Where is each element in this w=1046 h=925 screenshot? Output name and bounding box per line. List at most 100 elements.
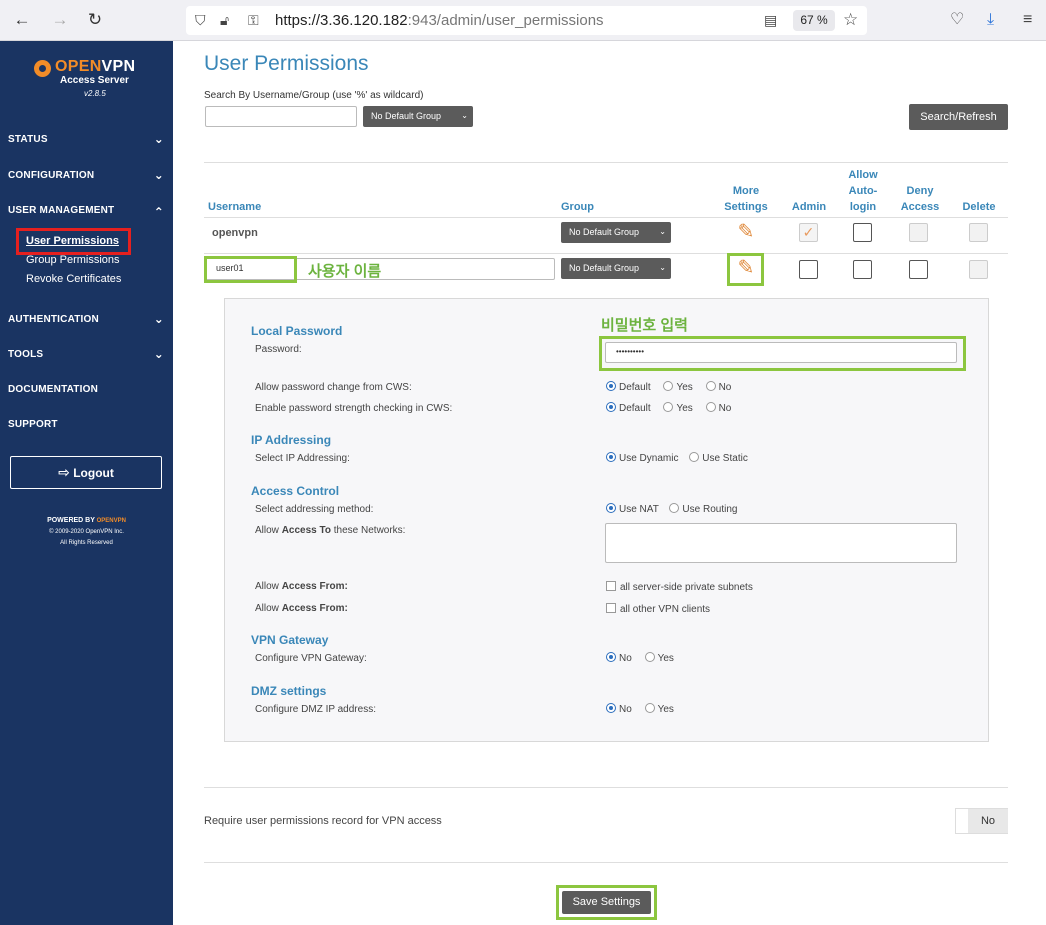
browser-toolbar: ← → ↻ ⛉ 🔓︎ ⚿ https://3.36.120.182:943/ad…: [0, 0, 1046, 41]
nav-configuration[interactable]: CONFIGURATION ⌄: [8, 168, 164, 186]
allow-change-options: Default Yes No: [606, 381, 731, 393]
radio-no[interactable]: No: [606, 703, 632, 715]
addressing-method-options: Use NAT Use Routing: [606, 503, 737, 515]
access-to-label: Allow Access To these Networks:: [255, 525, 406, 536]
chevron-down-icon: ⌄: [659, 227, 666, 236]
dmz-options: No Yes: [606, 703, 674, 715]
divider: [204, 787, 1008, 788]
version-label: v2.8.5: [84, 89, 106, 98]
divider: [204, 862, 1008, 863]
reader-view-icon[interactable]: ▤: [764, 11, 777, 29]
strength-check-options: Default Yes No: [606, 402, 731, 414]
radio-default[interactable]: Default: [606, 402, 651, 414]
password-label: Password:: [255, 344, 302, 355]
openvpn-logo-icon: [34, 60, 51, 77]
search-label: Search By Username/Group (use '%' as wil…: [204, 90, 424, 101]
admin-checkbox[interactable]: ✓: [799, 223, 818, 242]
search-input[interactable]: [205, 106, 357, 127]
nav-documentation[interactable]: DOCUMENTATION: [8, 384, 164, 400]
other-vpn-clients-checkbox[interactable]: all other VPN clients: [606, 603, 710, 615]
group-filter-select[interactable]: No Default Group ⌄: [363, 106, 473, 127]
search-refresh-button[interactable]: Search/Refresh: [909, 104, 1008, 130]
delete-checkbox: [969, 223, 988, 242]
divider: [204, 253, 1008, 254]
username-annotation: 사용자 이름: [308, 263, 382, 280]
radio-no[interactable]: No: [606, 652, 632, 664]
back-icon[interactable]: ←: [12, 10, 32, 30]
sidebar-item-revoke-certificates[interactable]: Revoke Certificates: [26, 273, 121, 285]
chevron-up-icon: ⌃: [153, 205, 164, 219]
deny-access-checkbox: [909, 223, 928, 242]
chevron-down-icon: ⌄: [153, 312, 164, 326]
openvpn-logo: OPENVPN Access Server v2.8.5: [34, 58, 144, 102]
radio-default[interactable]: Default: [606, 381, 651, 393]
chevron-down-icon: ⌄: [153, 347, 164, 361]
radio-no[interactable]: No: [705, 381, 731, 393]
auto-login-checkbox[interactable]: [853, 223, 872, 242]
edit-icon[interactable]: ✎: [733, 221, 759, 243]
section-dmz-settings: DMZ settings: [251, 684, 327, 698]
header-more-settings: More Settings: [724, 185, 768, 213]
ip-addressing-options: Use Dynamic Use Static: [606, 452, 748, 464]
header-username: Username: [208, 201, 262, 213]
chevron-down-icon: ⌄: [461, 111, 468, 120]
nav-status[interactable]: STATUS ⌄: [8, 132, 164, 150]
radio-use-dynamic[interactable]: Use Dynamic: [606, 452, 678, 464]
forward-icon[interactable]: →: [50, 10, 70, 30]
lock-warning-icon: 🔓︎: [220, 12, 230, 28]
select-ip-label: Select IP Addressing:: [255, 453, 350, 464]
pocket-icon[interactable]: ♡: [950, 10, 964, 30]
download-icon[interactable]: ⤓: [987, 10, 994, 30]
nav-support[interactable]: SUPPORT: [8, 419, 164, 435]
reload-icon[interactable]: ↻: [85, 10, 105, 30]
menu-icon[interactable]: ≡: [1023, 10, 1032, 30]
radio-yes[interactable]: Yes: [663, 381, 693, 393]
radio-use-nat[interactable]: Use NAT: [606, 503, 659, 515]
radio-no[interactable]: No: [705, 402, 731, 414]
radio-use-routing[interactable]: Use Routing: [669, 503, 737, 515]
nav-tools[interactable]: TOOLS ⌄: [8, 347, 164, 365]
row-group-select[interactable]: No Default Group ⌄: [561, 222, 671, 243]
auto-login-checkbox[interactable]: [853, 260, 872, 279]
section-local-password: Local Password: [251, 324, 343, 338]
url-bar[interactable]: ⛉ 🔓︎ ⚿ https://3.36.120.182:943/admin/us…: [186, 6, 867, 35]
configure-dmz-label: Configure DMZ IP address:: [255, 704, 376, 715]
require-permissions-toggle[interactable]: No: [955, 808, 1008, 834]
sidebar: OPENVPN Access Server v2.8.5 STATUS ⌄ CON…: [0, 41, 173, 925]
header-group: Group: [561, 201, 594, 213]
edit-icon[interactable]: ✎: [733, 257, 759, 279]
row-group-select[interactable]: No Default Group ⌄: [561, 258, 671, 279]
chevron-down-icon: ⌄: [659, 263, 666, 272]
configure-gateway-label: Configure VPN Gateway:: [255, 653, 367, 664]
section-vpn-gateway: VPN Gateway: [251, 633, 329, 647]
main-content: User Permissions Search By Username/Grou…: [173, 41, 1046, 925]
divider: [204, 217, 1008, 218]
radio-yes[interactable]: Yes: [644, 703, 674, 715]
new-username-value: user01: [216, 263, 244, 273]
logout-icon: ⇨: [58, 464, 70, 480]
networks-textarea[interactable]: [605, 523, 957, 563]
highlight-box: [16, 228, 131, 255]
admin-checkbox[interactable]: [799, 260, 818, 279]
nav-user-management[interactable]: USER MANAGEMENT ⌃: [8, 205, 164, 221]
header-allow-auto-login: Allow Auto-login: [848, 169, 878, 213]
delete-checkbox: [969, 260, 988, 279]
radio-yes[interactable]: Yes: [644, 652, 674, 664]
server-side-subnets-checkbox[interactable]: all server-side private subnets: [606, 581, 753, 593]
password-annotation: 비밀번호 입력: [601, 317, 688, 334]
vpn-gateway-options: No Yes: [606, 652, 674, 664]
radio-use-static[interactable]: Use Static: [689, 452, 748, 464]
save-settings-button[interactable]: Save Settings: [562, 891, 651, 914]
zoom-level[interactable]: 67 %: [793, 10, 835, 31]
radio-yes[interactable]: Yes: [663, 402, 693, 414]
deny-access-checkbox[interactable]: [909, 260, 928, 279]
chevron-down-icon: ⌄: [153, 132, 164, 146]
nav-authentication[interactable]: AUTHENTICATION ⌄: [8, 312, 164, 330]
password-input[interactable]: ••••••••••: [605, 342, 957, 363]
powered-by: POWERED BY OPENVPN © 2009-2020 OpenVPN I…: [47, 517, 126, 546]
user-settings-panel: Local Password Password: 비밀번호 입력 •••••••…: [224, 298, 989, 742]
logout-button[interactable]: ⇨ Logout: [10, 456, 162, 489]
bookmark-star-icon[interactable]: ☆: [843, 11, 858, 29]
header-deny-access: Deny Access: [900, 185, 940, 213]
sidebar-item-group-permissions[interactable]: Group Permissions: [26, 254, 120, 266]
